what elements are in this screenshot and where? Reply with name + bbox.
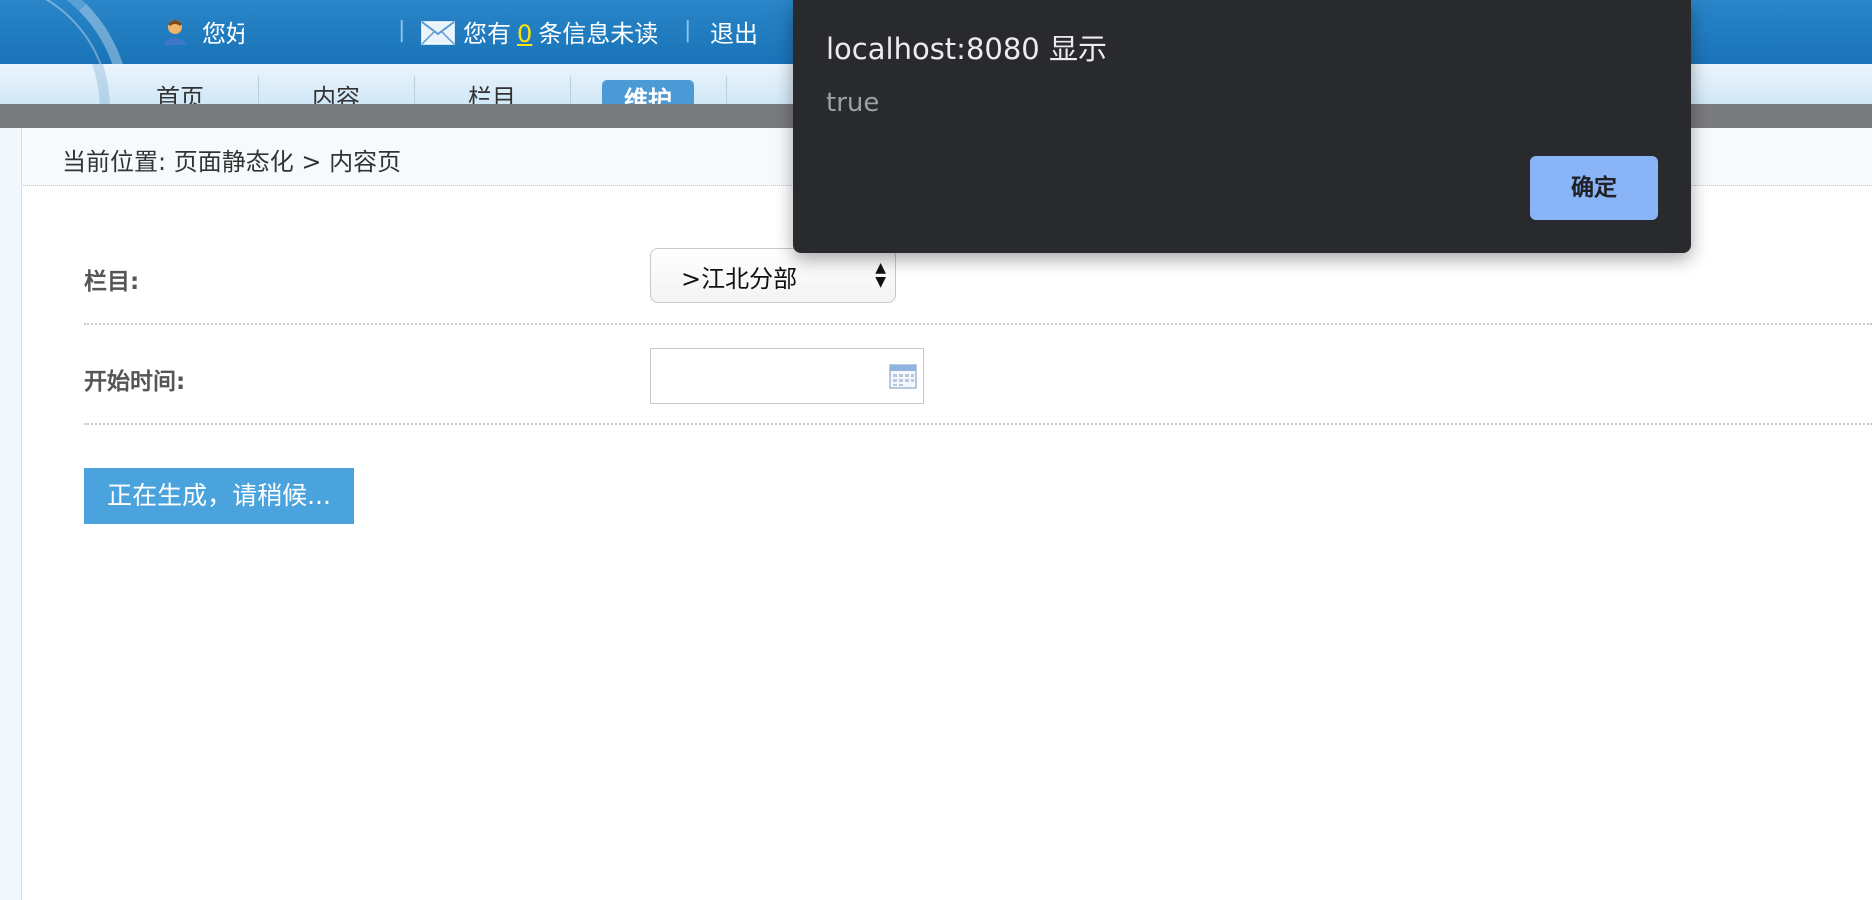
column-select-value: >江北分部 — [681, 265, 798, 293]
column-label: 栏目: — [84, 269, 140, 295]
select-arrows-icon: ▲ ▼ — [875, 260, 886, 290]
unread-count-link[interactable]: 0 — [517, 20, 532, 48]
generate-button[interactable]: 正在生成，请稍候... — [84, 468, 354, 524]
start-time-label: 开始时间: — [84, 369, 186, 395]
unread-messages[interactable]: 您有 0 条信息未读 — [463, 14, 658, 49]
logout-link[interactable]: 退出 — [710, 14, 758, 49]
user-icon — [163, 20, 187, 45]
start-time-input[interactable] — [650, 348, 924, 404]
mail-icon[interactable] — [421, 21, 455, 45]
row-divider — [84, 323, 1872, 325]
alert-dialog: localhost:8080 显示 true 确定 — [793, 0, 1691, 253]
dialog-title: localhost:8080 显示 — [826, 32, 1107, 66]
dialog-ok-button[interactable]: 确定 — [1530, 156, 1658, 220]
header-separator: | — [398, 18, 406, 43]
nav-decoration — [0, 64, 110, 108]
greeting-text: 您好 — [202, 20, 244, 48]
column-select[interactable]: >江北分部 ▲ ▼ — [650, 248, 896, 303]
row-divider — [84, 423, 1872, 425]
breadcrumb: 当前位置: 页面静态化 > 内容页 — [62, 148, 402, 176]
left-sidebar-strip — [0, 128, 22, 900]
unread-prefix: 您有 — [463, 20, 511, 48]
calendar-icon[interactable] — [889, 363, 917, 389]
unread-suffix: 条信息未读 — [538, 20, 659, 48]
dialog-message: true — [826, 88, 880, 118]
header-separator: | — [684, 18, 692, 43]
